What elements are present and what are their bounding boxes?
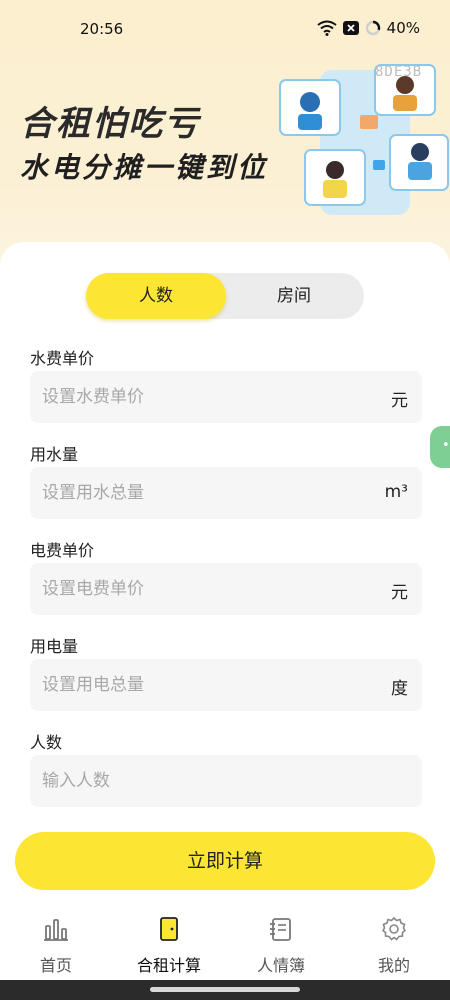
- electric-usage-field[interactable]: 度: [30, 659, 422, 711]
- status-time: 20:56: [80, 20, 124, 38]
- electric-price-label: 电费单价: [30, 541, 95, 560]
- water-usage-input[interactable]: [42, 467, 362, 519]
- tab-label-split-calc: 合租计算: [136, 956, 201, 975]
- banner-subtitle: 水电分摊一键到位: [20, 151, 269, 184]
- water-price-field[interactable]: 元: [30, 371, 422, 423]
- electric-usage-input[interactable]: [42, 659, 362, 711]
- status-icons: 40%: [317, 19, 420, 37]
- electric-price-unit: 元: [391, 583, 408, 603]
- electric-price-field[interactable]: 元: [30, 563, 422, 615]
- banner-illustration: [279, 64, 449, 215]
- system-navigation-bar: [0, 980, 450, 1000]
- mode-option-rooms[interactable]: 房间: [224, 273, 364, 319]
- banner-code: 8DE3B: [375, 64, 423, 80]
- wifi-icon: [317, 20, 337, 36]
- water-price-unit: 元: [391, 391, 408, 411]
- gear-icon: [381, 916, 407, 941]
- bottom-tab-bar: 首页 合租计算 人情簿 我的: [0, 906, 450, 984]
- tab-label-home: 首页: [39, 956, 72, 975]
- water-price-input[interactable]: [42, 371, 362, 423]
- status-bar: 20:56 40%: [0, 0, 450, 56]
- chart-icon: [44, 919, 68, 941]
- mode-toggle[interactable]: 人数 房间: [86, 273, 364, 319]
- calculate-button[interactable]: 立即计算: [15, 832, 435, 890]
- water-price-label: 水费单价: [30, 349, 95, 368]
- battery-ring-icon: [365, 20, 381, 36]
- electric-usage-unit: 度: [391, 679, 408, 699]
- electric-usage-label: 用电量: [30, 637, 79, 656]
- more-dots-icon: ••: [442, 438, 450, 453]
- tab-gift-book[interactable]: 人情簿: [226, 906, 336, 984]
- notebook-icon: [270, 918, 291, 941]
- tab-mine[interactable]: 我的: [339, 906, 449, 984]
- banner-title: 合租怕吃亏: [20, 104, 200, 144]
- people-count-label: 人数: [30, 733, 63, 752]
- water-usage-unit: m³: [384, 482, 408, 502]
- door-icon: [160, 917, 178, 941]
- people-count-input[interactable]: [42, 755, 362, 807]
- water-usage-field[interactable]: m³: [30, 467, 422, 519]
- battery-percent: 40%: [386, 19, 420, 37]
- floating-side-handle[interactable]: ••: [430, 426, 450, 468]
- tab-split-calc[interactable]: 合租计算: [114, 906, 224, 984]
- tab-home[interactable]: 首页: [1, 906, 111, 984]
- home-indicator-bar[interactable]: [150, 987, 300, 992]
- electric-price-input[interactable]: [42, 563, 362, 615]
- tab-label-mine: 我的: [377, 956, 410, 975]
- mode-option-people[interactable]: 人数: [86, 273, 226, 319]
- notification-x-icon: [342, 21, 359, 35]
- water-usage-label: 用水量: [30, 445, 79, 464]
- people-count-field[interactable]: [30, 755, 422, 807]
- tab-label-gift-book: 人情簿: [256, 956, 305, 975]
